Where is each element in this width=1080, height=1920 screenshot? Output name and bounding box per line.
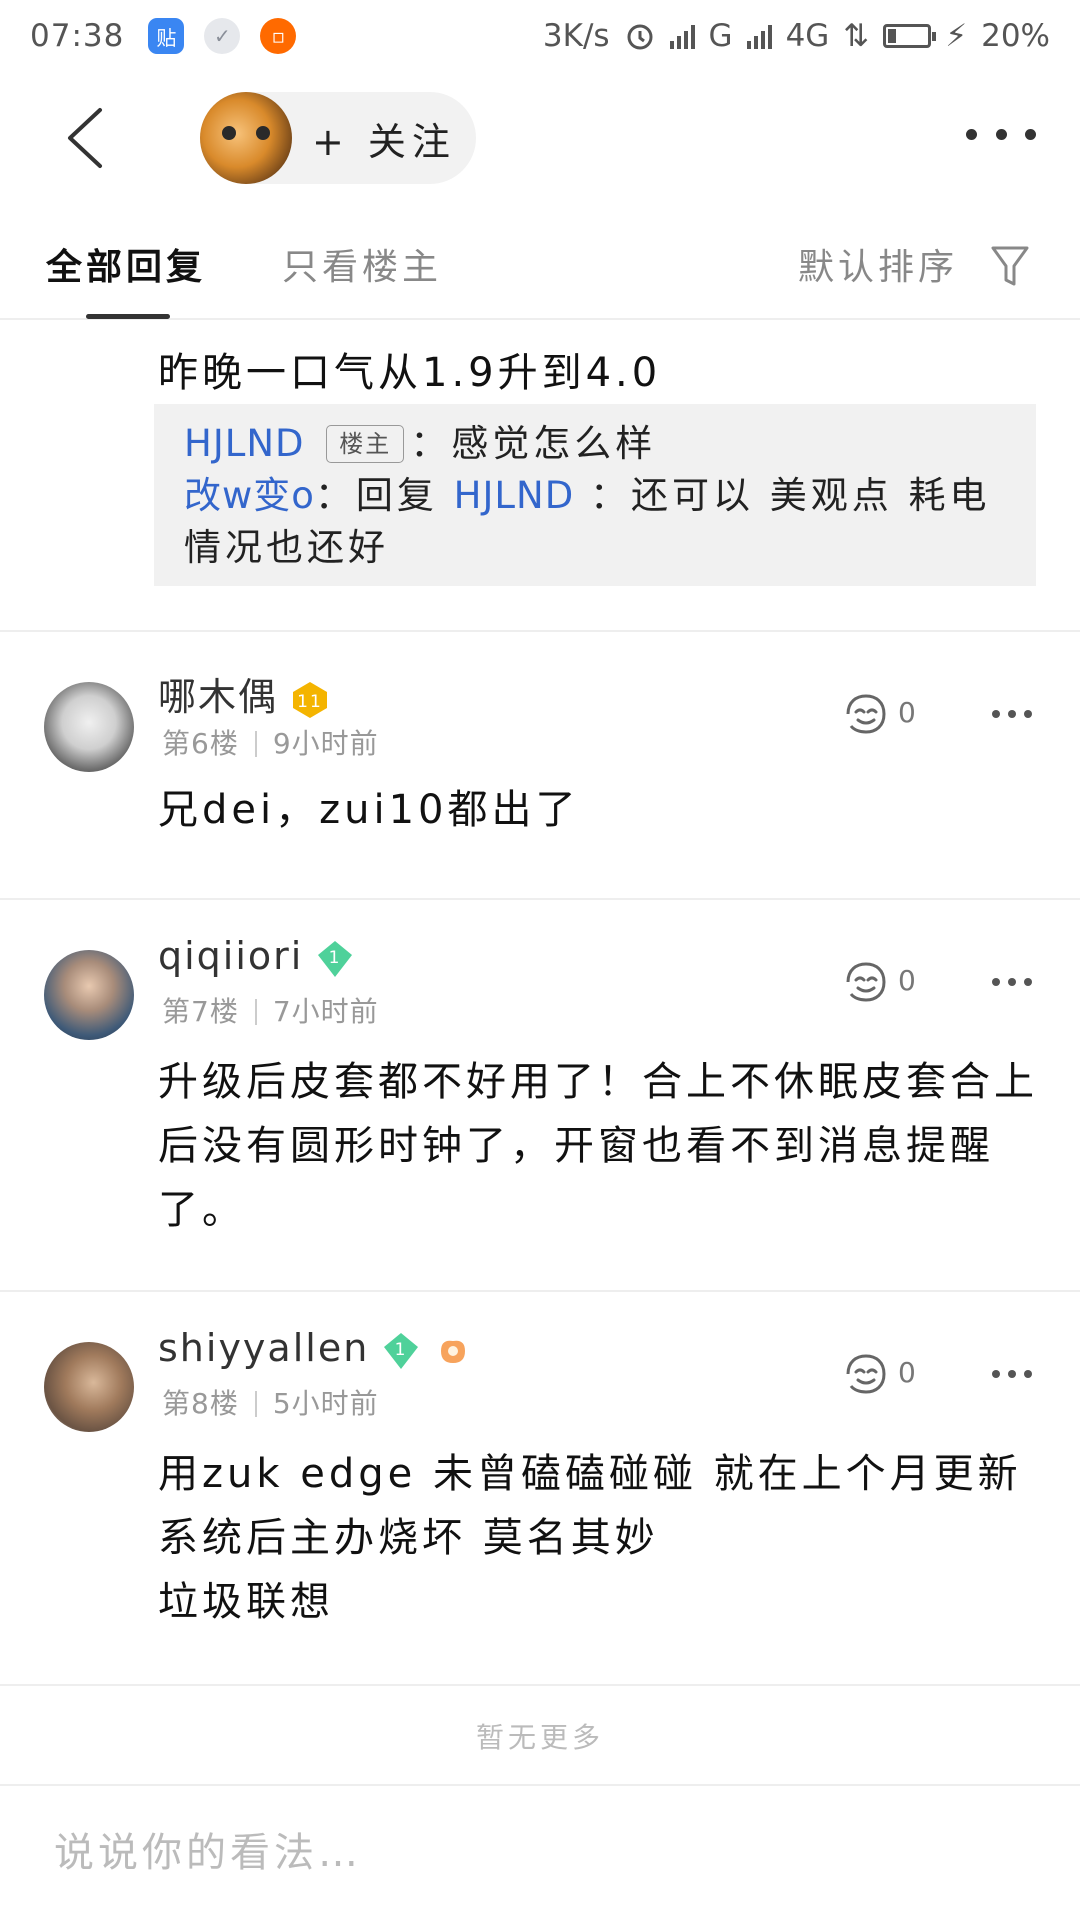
post-meta: 第8楼 5小时前 bbox=[162, 1382, 379, 1422]
level-number: 11 bbox=[297, 692, 323, 712]
avatar[interactable] bbox=[44, 950, 134, 1040]
post-time: 5小时前 bbox=[272, 1387, 379, 1420]
username-row: shiyyallen 1 bbox=[158, 1326, 473, 1371]
username-row: qiqiiori 1 bbox=[158, 934, 355, 979]
post-more-icon[interactable] bbox=[992, 710, 1032, 720]
more-menu-icon[interactable] bbox=[966, 114, 1036, 154]
owner-avatar[interactable] bbox=[200, 92, 292, 184]
follow-label: + 关注 bbox=[312, 119, 456, 164]
agree-icon[interactable] bbox=[842, 1350, 890, 1398]
battery-icon bbox=[883, 24, 937, 48]
username[interactable]: 哪木偶 bbox=[158, 675, 278, 719]
member-badge-icon bbox=[433, 1331, 473, 1371]
top-nav-bar: + 关注 bbox=[0, 72, 1080, 204]
floor-number: 第7楼 bbox=[162, 995, 239, 1028]
level-badge: 1 bbox=[315, 939, 355, 979]
sub-reply-text: ：感觉怎么样 bbox=[410, 422, 657, 465]
sort-button[interactable]: 默认排序 bbox=[798, 238, 958, 290]
username[interactable]: shiyyallen bbox=[158, 1326, 369, 1370]
no-more-text: 暂无更多 bbox=[475, 1721, 604, 1754]
post-more-icon[interactable] bbox=[992, 978, 1032, 988]
sub-reply-1: HJLND 楼主 ：感觉怎么样 bbox=[184, 418, 1006, 470]
post-content: 升级后皮套都不好用了！合上不休眠皮套合上后没有圆形时钟了，开窗也看不到消息提醒了… bbox=[158, 1059, 1038, 1233]
post-floor-7: qiqiiori 1 第7楼 7小时前 0 升级后皮套都不好用了！合上不休眠皮套合上… bbox=[0, 898, 1080, 1290]
level-number: 1 bbox=[329, 948, 342, 968]
sub-reply-2: 改w变o：回复 HJLND ：还可以 美观点 耗电情况也还好 bbox=[184, 470, 1006, 574]
tab-only-owner[interactable]: 只看楼主 bbox=[282, 238, 442, 290]
sub-reply-box[interactable]: HJLND 楼主 ：感觉怎么样 改w变o：回复 HJLND ：还可以 美观点 耗电… bbox=[154, 404, 1036, 586]
agree-count: 0 bbox=[898, 1356, 916, 1389]
post-content-line: 垃圾联想 bbox=[158, 1579, 334, 1625]
follow-button[interactable]: + 关注 bbox=[200, 92, 476, 184]
battery-percent: 20% bbox=[981, 18, 1050, 54]
tieba-app-icon: 贴 bbox=[148, 18, 185, 54]
back-arrow-icon[interactable] bbox=[56, 102, 126, 172]
agree-icon[interactable] bbox=[842, 958, 890, 1006]
post-floor-8: shiyyallen 1 第8楼 5小时前 0 用zuk edge 未曾磕磕碰碰 就… bbox=[0, 1290, 1080, 1684]
comment-bar bbox=[0, 1784, 1080, 1920]
owner-badge: 楼主 bbox=[326, 425, 405, 463]
level-badge: 1 bbox=[381, 1331, 421, 1371]
signal-icon-1 bbox=[669, 23, 695, 49]
net-speed: 3K/s bbox=[542, 18, 610, 54]
post-time: 7小时前 bbox=[272, 995, 379, 1028]
alarm-icon bbox=[627, 24, 653, 50]
post-time: 9小时前 bbox=[272, 727, 379, 760]
sub-reply-user[interactable]: 改w变o bbox=[184, 474, 315, 517]
signal-icon-2 bbox=[746, 23, 772, 49]
level-badge: 11 bbox=[290, 680, 330, 720]
floor-number: 第8楼 bbox=[162, 1387, 239, 1420]
divider bbox=[0, 1684, 1080, 1686]
post-content: 用zuk edge 未曾磕磕碰碰 就在上个月更新系统后主办烧坏 莫名其妙 垃圾联… bbox=[158, 1442, 1038, 1634]
level-number: 1 bbox=[395, 1340, 408, 1360]
tab-active-indicator bbox=[86, 314, 170, 319]
post-meta: 第6楼 9小时前 bbox=[162, 722, 379, 762]
username-row: 哪木偶 11 bbox=[158, 666, 330, 721]
reply-to-user[interactable]: HJLND bbox=[454, 474, 575, 517]
floor-number: 第6楼 bbox=[162, 727, 239, 760]
post-content: 兄dei，zui10都出了 bbox=[158, 787, 580, 833]
avatar[interactable] bbox=[44, 682, 134, 772]
filter-icon[interactable] bbox=[990, 244, 1030, 288]
username[interactable]: qiqiiori bbox=[158, 934, 303, 978]
status-time: 07:38 bbox=[30, 18, 125, 54]
tab-all-replies[interactable]: 全部回复 bbox=[46, 238, 206, 290]
orange-app-icon: ▫ bbox=[260, 18, 297, 54]
network-g: G bbox=[708, 18, 733, 54]
network-4g: 4G bbox=[785, 18, 830, 54]
agree-count: 0 bbox=[898, 964, 916, 997]
post-meta: 第7楼 7小时前 bbox=[162, 990, 379, 1030]
comment-input[interactable] bbox=[54, 1830, 954, 1876]
agree-count: 0 bbox=[898, 696, 916, 729]
reply-tabs: 全部回复 只看楼主 默认排序 bbox=[0, 204, 1080, 320]
post-content-line: 用zuk edge 未曾磕磕碰碰 就在上个月更新系统后主办烧坏 莫名其妙 bbox=[158, 1451, 1022, 1561]
check-icon: ✓ bbox=[204, 18, 241, 54]
avatar[interactable] bbox=[44, 1342, 134, 1432]
agree-icon[interactable] bbox=[842, 690, 890, 738]
sub-reply-user[interactable]: HJLND bbox=[184, 422, 305, 465]
post-more-icon[interactable] bbox=[992, 1370, 1032, 1380]
post-floor-6: 哪木偶 11 第6楼 9小时前 0 兄dei，zui10都出了 bbox=[0, 630, 1080, 898]
data-arrows-icon: ⇅ bbox=[843, 18, 870, 54]
status-bar: 07:38 贴 ✓ ▫ 3K/s G 4G ⇅ ⚡ 20% bbox=[0, 0, 1080, 72]
reply-content: 昨晚一口气从1.9升到4.0 bbox=[158, 350, 662, 396]
sub-reply-prefix: ：回复 bbox=[314, 474, 454, 517]
charging-icon: ⚡ bbox=[945, 18, 968, 54]
